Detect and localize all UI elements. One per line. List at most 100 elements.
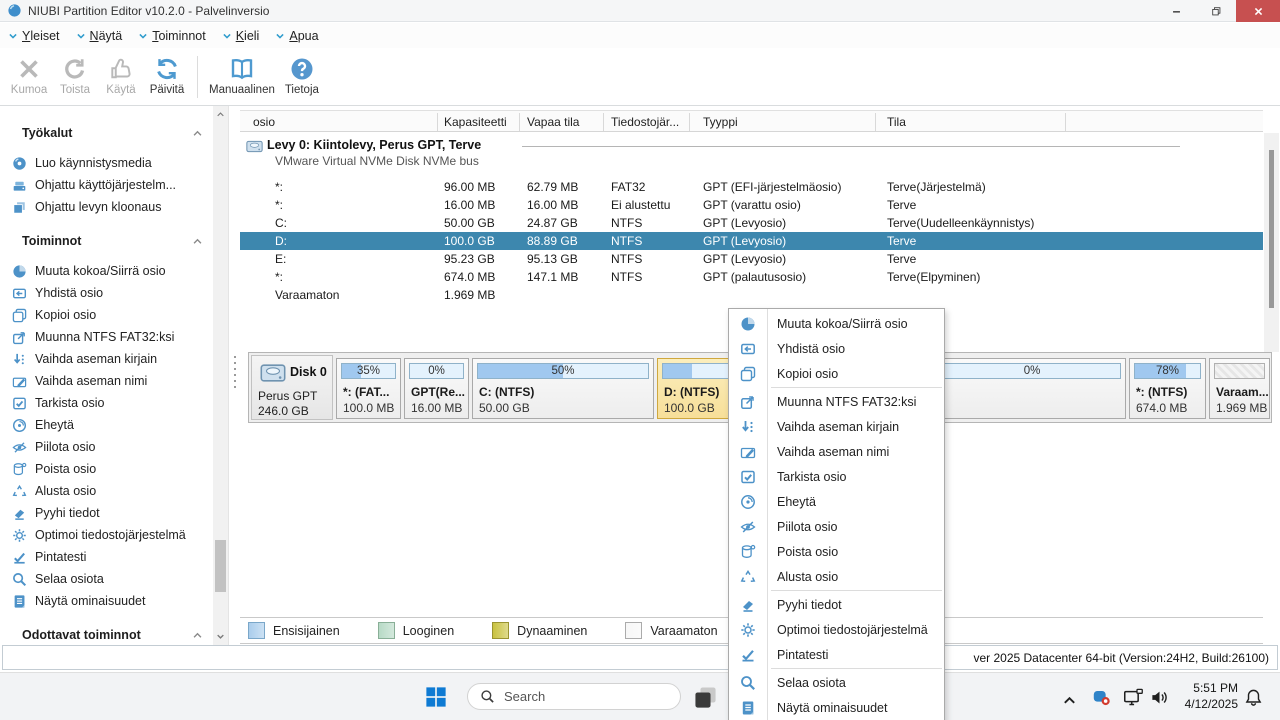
table-row-varaamaton[interactable]: Varaamaton1.969 MB	[240, 286, 1263, 304]
sidebar-scrollbar-thumb[interactable]	[215, 540, 226, 592]
tray-network-icon[interactable]	[1123, 688, 1144, 707]
column-divider	[603, 113, 604, 131]
search-input[interactable]	[504, 689, 654, 704]
tray-chevron-up-icon[interactable]	[1062, 691, 1077, 710]
list-scrollbar-thumb[interactable]	[1269, 150, 1274, 308]
table-row-[interactable]: *:96.00 MB62.79 MBFAT32GPT (EFI-järjeste…	[240, 178, 1263, 196]
sidebar-item-eheyt[interactable]: Eheytä	[0, 414, 213, 436]
menu-toiminnot[interactable]: Toiminnot	[138, 29, 206, 43]
context-menu-item-selaa-osiota[interactable]: Selaa osiota	[729, 670, 944, 695]
table-row-e[interactable]: E:95.23 GB95.13 GBNTFSGPT (Levyosio)Terv…	[240, 250, 1263, 268]
context-menu-item-vaihda-aseman-nimi[interactable]: Vaihda aseman nimi	[729, 439, 944, 464]
sidebar-section-ty-kalut[interactable]: Työkalut	[0, 122, 213, 144]
context-menu-item-n-yt-ominaisuudet[interactable]: Näytä ominaisuudet	[729, 695, 944, 720]
table-row-[interactable]: *:674.0 MB147.1 MBNTFSGPT (palautusosio)…	[240, 268, 1263, 286]
sidebar-item-n-yt-ominaisuudet[interactable]: Näytä ominaisuudet	[0, 590, 213, 612]
tray-volume-icon[interactable]	[1150, 688, 1169, 707]
sidebar-item-pintatesti[interactable]: Pintatesti	[0, 546, 213, 568]
taskbar-app-icon[interactable]	[694, 686, 717, 709]
minimize-button[interactable]	[1156, 0, 1196, 22]
sidebar-item-poista-osio[interactable]: Poista osio	[0, 458, 213, 480]
copy-icon	[740, 366, 756, 382]
list-scrollbar[interactable]	[1264, 106, 1279, 352]
context-menu-item-pyyhi-tiedot[interactable]: Pyyhi tiedot	[729, 592, 944, 617]
table-row-c[interactable]: C:50.00 GB24.87 GBNTFSGPT (Levyosio)Terv…	[240, 214, 1263, 232]
tietoja-button[interactable]: Tietoja	[279, 51, 325, 103]
partition-block-gpt-re[interactable]: 0%GPT(Re...16.00 MB	[404, 358, 469, 419]
menu-kieli[interactable]: Kieli	[222, 29, 260, 43]
context-menu-item-piilota-osio[interactable]: Piilota osio	[729, 514, 944, 539]
disk-map-info[interactable]: Disk 0 Perus GPT 246.0 GB	[251, 355, 333, 420]
column-header-tiedostoj-r[interactable]: Tiedostojär...	[611, 115, 679, 129]
cell: *:	[275, 180, 283, 194]
start-button[interactable]	[425, 686, 447, 708]
menu-n-yt[interactable]: Näytä	[76, 29, 123, 43]
sidebar-item-label: Ohjattu levyn kloonaus	[35, 200, 161, 214]
context-menu-item-yhdist-osio[interactable]: Yhdistä osio	[729, 336, 944, 361]
partition-size: 674.0 MB	[1136, 401, 1187, 415]
tray-notifications-icon[interactable]	[1244, 688, 1263, 707]
table-row-[interactable]: *:16.00 MB16.00 MBEi alustettuGPT (varat…	[240, 196, 1263, 214]
sidebar-item-selaa-osiota[interactable]: Selaa osiota	[0, 568, 213, 590]
table-row-d[interactable]: D:100.0 GB88.89 GBNTFSGPT (Levyosio)Terv…	[240, 232, 1263, 250]
sidebar-item-alusta-osio[interactable]: Alusta osio	[0, 480, 213, 502]
scroll-up-icon[interactable]	[216, 110, 225, 119]
taskbar-clock[interactable]: 5:51 PM 4/12/2025	[1180, 680, 1238, 712]
partition-block-c-ntfs[interactable]: 50%C: (NTFS)50.00 GB	[472, 358, 654, 419]
context-menu-item-muunna-ntfs-fat32-ksi[interactable]: Muunna NTFS FAT32:ksi	[729, 389, 944, 414]
context-menu-item-tarkista-osio[interactable]: Tarkista osio	[729, 464, 944, 489]
column-header-vapaa-tila[interactable]: Vapaa tila	[527, 115, 579, 129]
manuaalinen-button[interactable]: Manuaalinen	[205, 51, 279, 103]
sidebar-scrollbar[interactable]	[213, 106, 228, 645]
tray-niubi-icon[interactable]	[1092, 688, 1111, 707]
sidebar-item-muunna-ntfs-fat32-ksi[interactable]: Muunna NTFS FAT32:ksi	[0, 326, 213, 348]
restore-button[interactable]	[1196, 0, 1236, 22]
disk-group-row[interactable]: Levy 0: Kiintolevy, Perus GPT, Terve VMw…	[240, 136, 1263, 174]
menu-apua[interactable]: Apua	[275, 29, 318, 43]
sidebar-item-yhdist-osio[interactable]: Yhdistä osio	[0, 282, 213, 304]
context-menu-item-kopioi-osio[interactable]: Kopioi osio	[729, 361, 944, 386]
partition-block-ntfs[interactable]: 78%*: (NTFS)674.0 MB	[1129, 358, 1206, 419]
close-button[interactable]	[1236, 0, 1280, 22]
context-menu-item-pintatesti[interactable]: Pintatesti	[729, 642, 944, 667]
context-menu-item-eheyt[interactable]: Eheytä	[729, 489, 944, 514]
check-icon	[740, 469, 756, 485]
sidebar-section-odottavat-toiminnot[interactable]: Odottavat toiminnot	[0, 624, 213, 645]
sidebar-item-ohjattu-k-ytt-j-rjestelm[interactable]: Ohjattu käyttöjärjestelm...	[0, 174, 213, 196]
context-menu-item-alusta-osio[interactable]: Alusta osio	[729, 564, 944, 589]
partition-label: C: (NTFS)	[479, 385, 534, 399]
sidebar-item-muuta-kokoa-siirr-osio[interactable]: Muuta kokoa/Siirrä osio	[0, 260, 213, 282]
scroll-down-icon[interactable]	[216, 632, 225, 641]
sidebar-item-pyyhi-tiedot[interactable]: Pyyhi tiedot	[0, 502, 213, 524]
sidebar-section-toiminnot[interactable]: Toiminnot	[0, 230, 213, 252]
column-header-tila[interactable]: Tila	[887, 115, 906, 129]
column-header-tyyppi[interactable]: Tyyppi	[703, 115, 738, 129]
sidebar-item-luo-k-ynnistysmedia[interactable]: Luo käynnistysmedia	[0, 152, 213, 174]
partition-block-varaam[interactable]: Varaam...1.969 MB	[1209, 358, 1270, 419]
context-menu-item-vaihda-aseman-kirjain[interactable]: Vaihda aseman kirjain	[729, 414, 944, 439]
taskbar-search[interactable]	[467, 683, 681, 710]
sidebar-splitter[interactable]	[228, 106, 240, 645]
partition-block-p4[interactable]: 0%	[938, 358, 1126, 419]
toista-button: Toista	[52, 51, 98, 103]
sidebar-item-vaihda-aseman-kirjain[interactable]: Vaihda aseman kirjain	[0, 348, 213, 370]
p-ivit-button[interactable]: Päivitä	[144, 51, 190, 103]
context-menu-item-muuta-kokoa-siirr-osio[interactable]: Muuta kokoa/Siirrä osio	[729, 311, 944, 336]
sidebar-item-piilota-osio[interactable]: Piilota osio	[0, 436, 213, 458]
sidebar-item-tarkista-osio[interactable]: Tarkista osio	[0, 392, 213, 414]
sidebar-item-ohjattu-levyn-kloonaus[interactable]: Ohjattu levyn kloonaus	[0, 196, 213, 218]
cell: Terve(Uudelleenkäynnistys)	[887, 216, 1034, 230]
column-header-kapasiteetti[interactable]: Kapasiteetti	[444, 115, 507, 129]
partition-label: GPT(Re...	[411, 385, 465, 399]
sidebar-item-vaihda-aseman-nimi[interactable]: Vaihda aseman nimi	[0, 370, 213, 392]
context-menu-item-poista-osio[interactable]: Poista osio	[729, 539, 944, 564]
sidebar-item-optimoi-tiedostoj-rjestelm[interactable]: Optimoi tiedostojärjestelmä	[0, 524, 213, 546]
menu-yleiset[interactable]: Yleiset	[8, 29, 60, 43]
disk-name: Disk 0	[290, 365, 327, 379]
cell: *:	[275, 270, 283, 284]
list-header[interactable]: osio Kapasiteetti Vapaa tila Tiedostojär...…	[240, 110, 1263, 132]
column-header-osio[interactable]: osio	[253, 115, 275, 129]
sidebar-item-kopioi-osio[interactable]: Kopioi osio	[0, 304, 213, 326]
context-menu-item-optimoi-tiedostoj-rjestelm[interactable]: Optimoi tiedostojärjestelmä	[729, 617, 944, 642]
partition-block-fat[interactable]: 35%*: (FAT...100.0 MB	[336, 358, 401, 419]
